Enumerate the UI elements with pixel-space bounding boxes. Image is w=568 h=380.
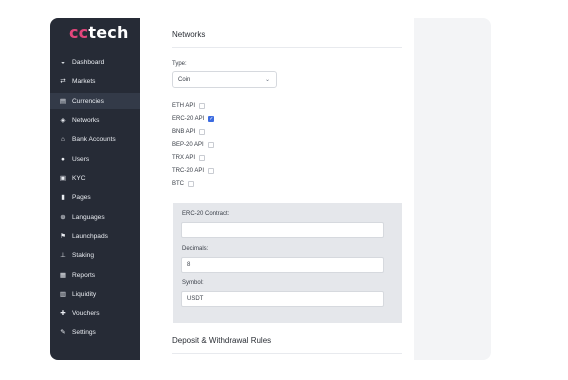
- sidebar-item-launchpads[interactable]: ⚑ Launchpads: [50, 228, 140, 244]
- checkbox-checked[interactable]: ✓: [208, 116, 215, 122]
- api-option-label: TRC-20 API: [172, 168, 205, 174]
- checkbox[interactable]: [207, 142, 214, 148]
- checkbox[interactable]: [208, 168, 215, 174]
- wrench-icon: ✎: [60, 329, 66, 336]
- api-option-row: BNB API: [172, 127, 206, 137]
- sidebar-item-currencies[interactable]: ▤ Currencies: [50, 93, 140, 109]
- sidebar-item-pages[interactable]: ▮ Pages: [50, 189, 140, 205]
- erc20-settings-panel: ERC-20 Contract: Decimals: 8 Symbol: USD…: [173, 203, 402, 323]
- sidebar-item-label: Currencies: [72, 97, 104, 105]
- sidebar-item-label: Staking: [72, 251, 94, 259]
- gift-icon: ✚: [60, 310, 66, 317]
- symbol-input[interactable]: USDT: [181, 291, 384, 307]
- checkbox[interactable]: [199, 155, 206, 161]
- checkbox[interactable]: [199, 129, 206, 135]
- brand-logo[interactable]: cctech: [69, 23, 129, 42]
- api-option-row: ETH API: [172, 101, 206, 111]
- api-option-label: TRX API: [172, 155, 196, 161]
- decimals-input[interactable]: 8: [181, 257, 384, 273]
- flag-icon: ⚑: [60, 233, 66, 240]
- chevron-down-icon: ⌄: [264, 77, 270, 83]
- sidebar-item-reports[interactable]: ▦ Reports: [50, 267, 140, 283]
- contract-label: ERC-20 Contract:: [182, 211, 230, 217]
- sidebar-item-label: Networks: [72, 116, 100, 124]
- sidebar-item-dashboard[interactable]: ◒ Dashboard: [50, 54, 140, 70]
- bank-icon: ⌂: [61, 135, 65, 143]
- api-option-label: BNB API: [172, 129, 196, 135]
- api-option-row: BTC: [172, 179, 194, 189]
- sidebar-item-settings[interactable]: ✎ Settings: [50, 324, 140, 340]
- user-icon: ●: [61, 155, 65, 163]
- file-icon: ▮: [61, 194, 65, 201]
- sidebar-item-staking[interactable]: ⊥ Staking: [50, 247, 140, 263]
- sidebar-item-label: Bank Accounts: [72, 135, 116, 143]
- sidebar-item-label: Languages: [72, 213, 105, 221]
- sidebar-item-markets[interactable]: ⇄ Markets: [50, 73, 140, 89]
- sidebar-item-label: Users: [72, 155, 90, 163]
- sidebar-item-label: Dashboard: [72, 58, 105, 66]
- symbol-label: Symbol:: [182, 280, 204, 286]
- sidebar-item-label: Reports: [72, 271, 96, 279]
- api-option-row: BEP-20 API: [172, 140, 214, 150]
- report-icon: ▦: [59, 272, 67, 279]
- staking-icon: ⊥: [60, 252, 66, 259]
- sidebar-item-kyc[interactable]: ▣ KYC: [50, 170, 140, 186]
- api-option-label: BTC: [172, 181, 184, 187]
- sidebar-item-liquidity[interactable]: ▥ Liquidity: [50, 286, 140, 302]
- sidebar: cctech ◒ Dashboard ⇄ Markets ▤ Currencies ◈ Net…: [50, 18, 140, 360]
- check-icon: ✓: [209, 116, 214, 122]
- liquidity-icon: ▥: [59, 291, 67, 298]
- api-option-row: TRX API: [172, 153, 206, 163]
- decimals-label: Decimals:: [182, 246, 209, 252]
- type-select[interactable]: Coin ⌄: [172, 71, 277, 88]
- sidebar-item-bank-accounts[interactable]: ⌂ Bank Accounts: [50, 131, 140, 147]
- brand-logo-word: tech: [88, 23, 129, 42]
- sidebar-item-label: Markets: [72, 77, 96, 85]
- main-content: Networks Type: Coin ⌄ ETH API ERC-20 API ✓…: [140, 18, 414, 360]
- sidebar-item-languages[interactable]: ⊕ Languages: [50, 209, 140, 225]
- brand-logo-mark: cc: [69, 23, 89, 42]
- divider: [172, 47, 402, 48]
- sidebar-item-vouchers[interactable]: ✚ Vouchers: [50, 305, 140, 321]
- type-select-value: Coin: [178, 76, 191, 83]
- sidebar-item-label: Launchpads: [72, 232, 108, 240]
- sidebar-item-label: Vouchers: [72, 309, 100, 317]
- globe-icon: ⊕: [60, 214, 66, 221]
- api-option-label: ETH API: [172, 103, 196, 109]
- api-option-row: ERC-20 API ✓: [172, 114, 215, 124]
- sidebar-item-label: Liquidity: [72, 290, 97, 298]
- divider: [172, 353, 402, 354]
- networks-title: Networks: [172, 30, 206, 39]
- money-icon: ▤: [59, 98, 67, 105]
- checkbox[interactable]: [199, 103, 206, 109]
- contract-input[interactable]: [181, 222, 384, 238]
- api-option-label: ERC-20 API: [172, 116, 205, 122]
- deposit-withdrawal-rules-title: Deposit & Withdrawal Rules: [172, 336, 272, 345]
- api-option-label: BEP-20 API: [172, 142, 204, 148]
- id-card-icon: ▣: [59, 175, 67, 182]
- sidebar-item-label: KYC: [72, 174, 86, 182]
- type-label: Type:: [172, 61, 187, 67]
- sidebar-item-label: Settings: [72, 328, 96, 336]
- layers-icon: ◈: [60, 117, 66, 124]
- app-window: cctech ◒ Dashboard ⇄ Markets ▤ Currencies ◈ Net…: [50, 18, 491, 360]
- sidebar-item-label: Pages: [72, 193, 91, 201]
- checkbox[interactable]: [188, 181, 194, 187]
- dashboard-icon: ◒: [61, 58, 65, 66]
- sidebar-item-networks[interactable]: ◈ Networks: [50, 112, 140, 128]
- swap-arrows-icon: ⇄: [60, 78, 66, 85]
- api-option-row: TRC-20 API: [172, 166, 215, 176]
- sidebar-item-users[interactable]: ● Users: [50, 151, 140, 167]
